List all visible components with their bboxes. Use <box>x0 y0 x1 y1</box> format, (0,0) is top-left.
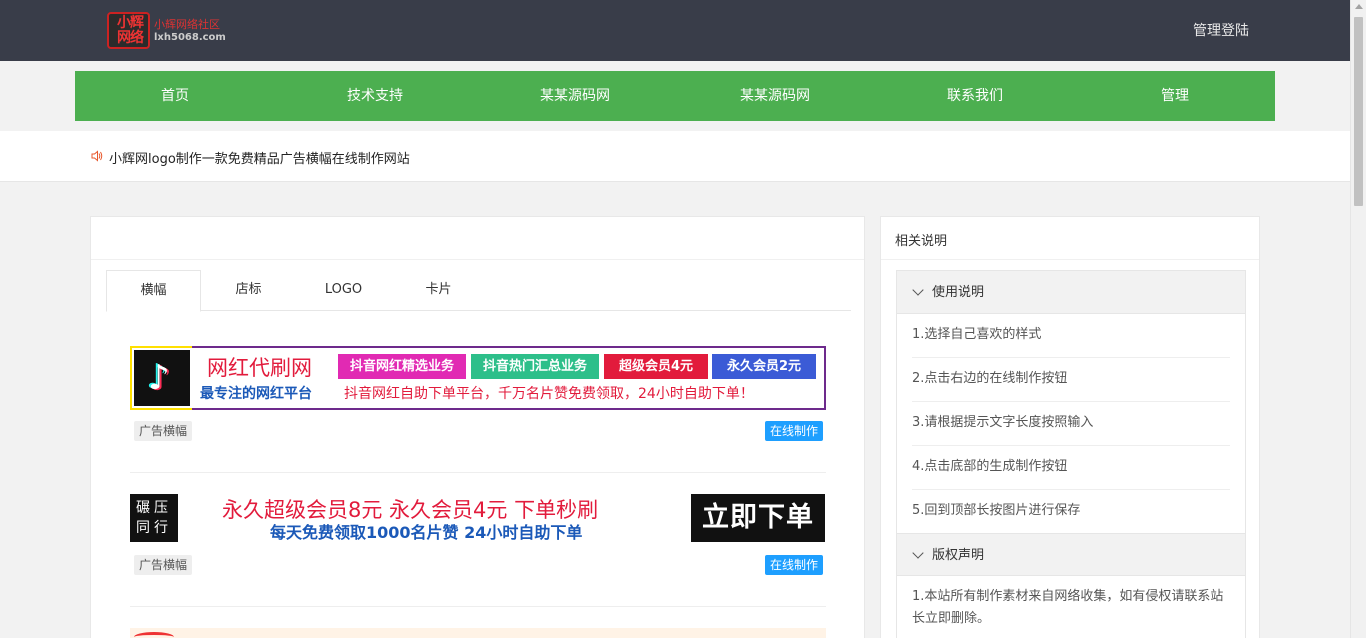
usage-section-body: 1.选择自己喜欢的样式 2.点击右边的在线制作按钮 3.请根据提示文字长度按照输… <box>897 314 1245 533</box>
music-note-icon: ♪ <box>148 358 170 398</box>
card-header-divider <box>91 259 864 260</box>
info-collapse: 使用说明 1.选择自己喜欢的样式 2.点击右边的在线制作按钮 3.请根据提示文字… <box>896 270 1246 638</box>
banner-2-line-2: 每天免费领取1000名片赞 24小时自助下单 <box>270 523 583 542</box>
notice-text: 小辉网logo制作一款免费精品广告横幅在线制作网站 <box>109 152 410 167</box>
page-scrollbar[interactable] <box>1350 0 1366 638</box>
copyright-line: 1.本站所有制作素材来自网络收集，如有侵权请联系站长立即删除。 <box>912 589 1224 626</box>
template-tabs: 横幅 店标 LOGO 卡片 <box>106 270 851 312</box>
banner-1-title: 网红代刷网 <box>207 356 312 380</box>
banner-1-subtitle: 最专注的网红平台 <box>200 386 312 402</box>
top-bar: 小辉 网络 小辉网络社区 lxh5068.com 管理登陆 <box>0 0 1350 61</box>
banner-2-left-block: 碾压同行 <box>130 494 178 542</box>
nav-item-source-2[interactable]: 某某源码网 <box>675 71 875 121</box>
scrollbar-thumb[interactable] <box>1354 17 1363 206</box>
banner-1-subtitle-2: 抖音网红自助下单平台，千万名片赞免费领取，24小时自助下单！ <box>344 386 754 402</box>
usage-section-header[interactable]: 使用说明 <box>897 271 1245 314</box>
info-sidebar: 相关说明 使用说明 1.选择自己喜欢的样式 2.点击右边的在线制作按钮 3.请根… <box>880 216 1260 638</box>
banner-preview-2[interactable]: 碾压同行 永久超级会员8元 永久会员4元 下单秒刷 每天免费领取1000名片赞 … <box>130 494 826 542</box>
make-online-button[interactable]: 在线制作 <box>765 421 824 441</box>
copyright-section-header[interactable]: 版权声明 <box>897 533 1245 576</box>
chevron-down-icon <box>912 284 924 296</box>
logo-mark-line-1: 小辉 <box>117 15 144 31</box>
nav-item-admin[interactable]: 管理 <box>1075 71 1275 121</box>
item-divider <box>130 606 826 607</box>
tab-logo[interactable]: LOGO <box>296 270 391 311</box>
banner-preview-1[interactable]: ♪ 网红代刷网 抖音网红精选业务 抖音热门汇总业务 超级会员4元 永久会员2元 … <box>130 346 826 410</box>
make-online-button[interactable]: 在线制作 <box>765 555 824 575</box>
chevron-down-icon <box>912 547 924 559</box>
sidebar-title: 相关说明 <box>895 234 948 249</box>
nav-item-source-1[interactable]: 某某源码网 <box>475 71 675 121</box>
banner-1-chip: 抖音网红精选业务 <box>338 354 466 379</box>
template-card: 横幅 店标 LOGO 卡片 ♪ 网红代刷网 抖音网红精选业务 抖音热门汇总业务 … <box>90 216 865 638</box>
tab-banner[interactable]: 横幅 <box>106 270 201 312</box>
banner-1-chip: 永久会员2元 <box>712 354 816 379</box>
speaker-icon <box>91 150 103 162</box>
banner-category-tag: 广告横幅 <box>134 421 193 441</box>
item-divider <box>130 472 826 473</box>
nav-item-contact[interactable]: 联系我们 <box>875 71 1075 121</box>
usage-step: 5.回到顶部长按图片进行保存 <box>912 503 1081 518</box>
banner-1-chip: 超级会员4元 <box>604 354 708 379</box>
main-nav: 首页 技术支持 某某源码网 某某源码网 联系我们 管理 <box>75 71 1275 121</box>
nav-item-home[interactable]: 首页 <box>75 71 275 121</box>
usage-step: 3.请根据提示文字长度按照输入 <box>912 402 1230 446</box>
usage-step: 2.点击右边的在线制作按钮 <box>912 358 1230 402</box>
banner-3-decoration <box>134 632 174 638</box>
banner-category-tag: 广告横幅 <box>134 555 193 575</box>
site-logo[interactable]: 小辉 网络 小辉网络社区 lxh5068.com <box>107 12 229 50</box>
admin-login-link[interactable]: 管理登陆 <box>1193 20 1249 40</box>
tab-shop-logo[interactable]: 店标 <box>201 270 296 311</box>
usage-step: 1.选择自己喜欢的样式 <box>912 314 1230 358</box>
logo-domain: lxh5068.com <box>154 32 226 43</box>
usage-section-title: 使用说明 <box>932 285 985 300</box>
nav-item-tech-support[interactable]: 技术支持 <box>275 71 475 121</box>
banner-2-right-block: 立即下单 <box>691 494 825 542</box>
usage-step: 4.点击底部的生成制作按钮 <box>912 446 1230 490</box>
sidebar-header-divider <box>881 259 1259 260</box>
scroll-up-arrow-icon[interactable] <box>1355 4 1363 9</box>
copyright-section-title: 版权声明 <box>932 548 985 563</box>
banner-preview-3[interactable] <box>130 628 826 638</box>
copyright-section-body: 1.本站所有制作素材来自网络收集，如有侵权请联系站长立即删除。 <box>897 576 1245 638</box>
banner-1-chip: 抖音热门汇总业务 <box>471 354 599 379</box>
logo-mark: 小辉 网络 <box>107 12 150 49</box>
logo-site-name: 小辉网络社区 <box>154 18 220 31</box>
tab-card[interactable]: 卡片 <box>391 270 486 311</box>
logo-mark-line-2: 网络 <box>117 30 144 46</box>
notice-bar: 小辉网logo制作一款免费精品广告横幅在线制作网站 <box>0 131 1350 182</box>
tiktok-logo-icon: ♪ <box>134 350 190 406</box>
